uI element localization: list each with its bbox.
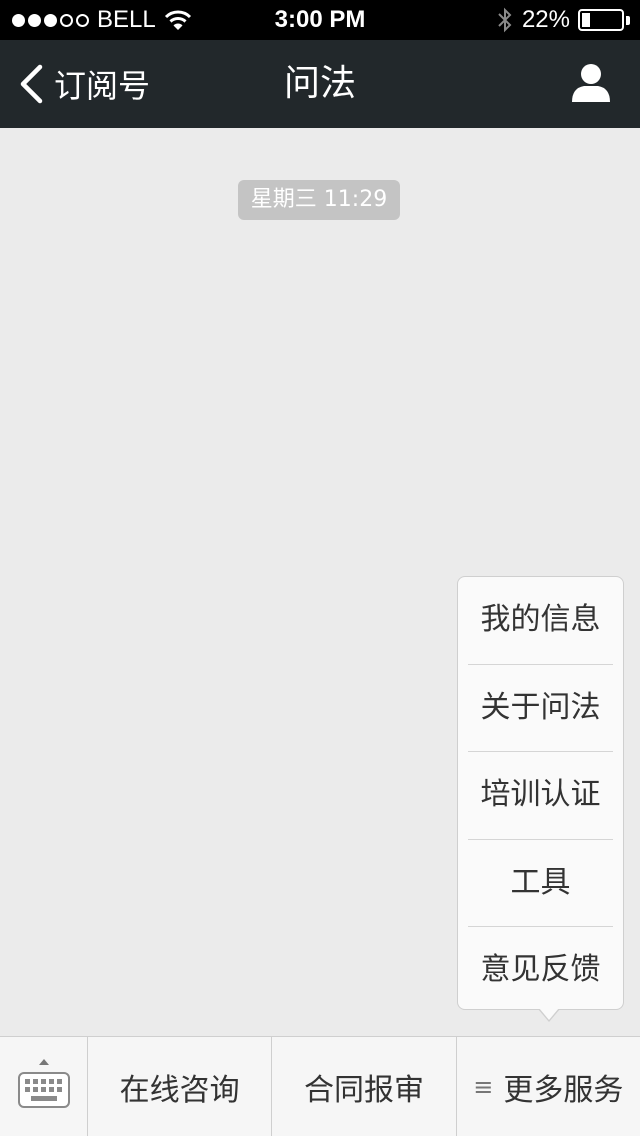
battery-tip	[626, 15, 630, 25]
online-consult-label: 在线咨询	[119, 1072, 240, 1108]
battery-icon	[578, 9, 624, 31]
popup-item-tools[interactable]: 工具	[468, 840, 613, 927]
popup-item-about[interactable]: 关于问法	[468, 665, 613, 752]
menu-lines-icon: ≡	[473, 1072, 494, 1101]
more-services-button[interactable]: ≡ 更多服务	[457, 1037, 640, 1136]
battery-level	[582, 13, 590, 27]
online-consult-button[interactable]: 在线咨询	[88, 1037, 273, 1136]
message-timestamp: 星期三 11:29	[238, 180, 400, 220]
status-bar: BELL 3:00 PM 22%	[0, 0, 640, 40]
contract-review-label: 合同报审	[303, 1072, 424, 1108]
chevron-left-icon	[20, 64, 43, 104]
keyboard-toggle-button[interactable]	[0, 1037, 88, 1136]
keyboard-icon	[18, 1059, 70, 1108]
bottom-menu-bar: 在线咨询 合同报审 ≡ 更多服务	[0, 1036, 640, 1136]
back-label: 订阅号	[54, 67, 151, 105]
more-services-label: 更多服务	[503, 1072, 624, 1108]
popup-arrow-inner	[539, 1008, 559, 1020]
popup-item-my-info[interactable]: 我的信息	[468, 577, 613, 665]
navigation-bar: 订阅号 问法	[0, 40, 640, 128]
bluetooth-icon	[498, 7, 512, 33]
contract-review-button[interactable]: 合同报审	[272, 1037, 457, 1136]
battery-percent: 22%	[521, 6, 570, 33]
back-button[interactable]: 订阅号	[18, 40, 150, 128]
more-services-popup: 我的信息 关于问法 培训认证 工具 意见反馈	[457, 576, 624, 1010]
profile-icon[interactable]	[570, 62, 612, 104]
popup-item-feedback[interactable]: 意见反馈	[468, 927, 613, 1014]
status-right: 22%	[496, 0, 630, 40]
popup-item-training[interactable]: 培训认证	[468, 752, 613, 840]
